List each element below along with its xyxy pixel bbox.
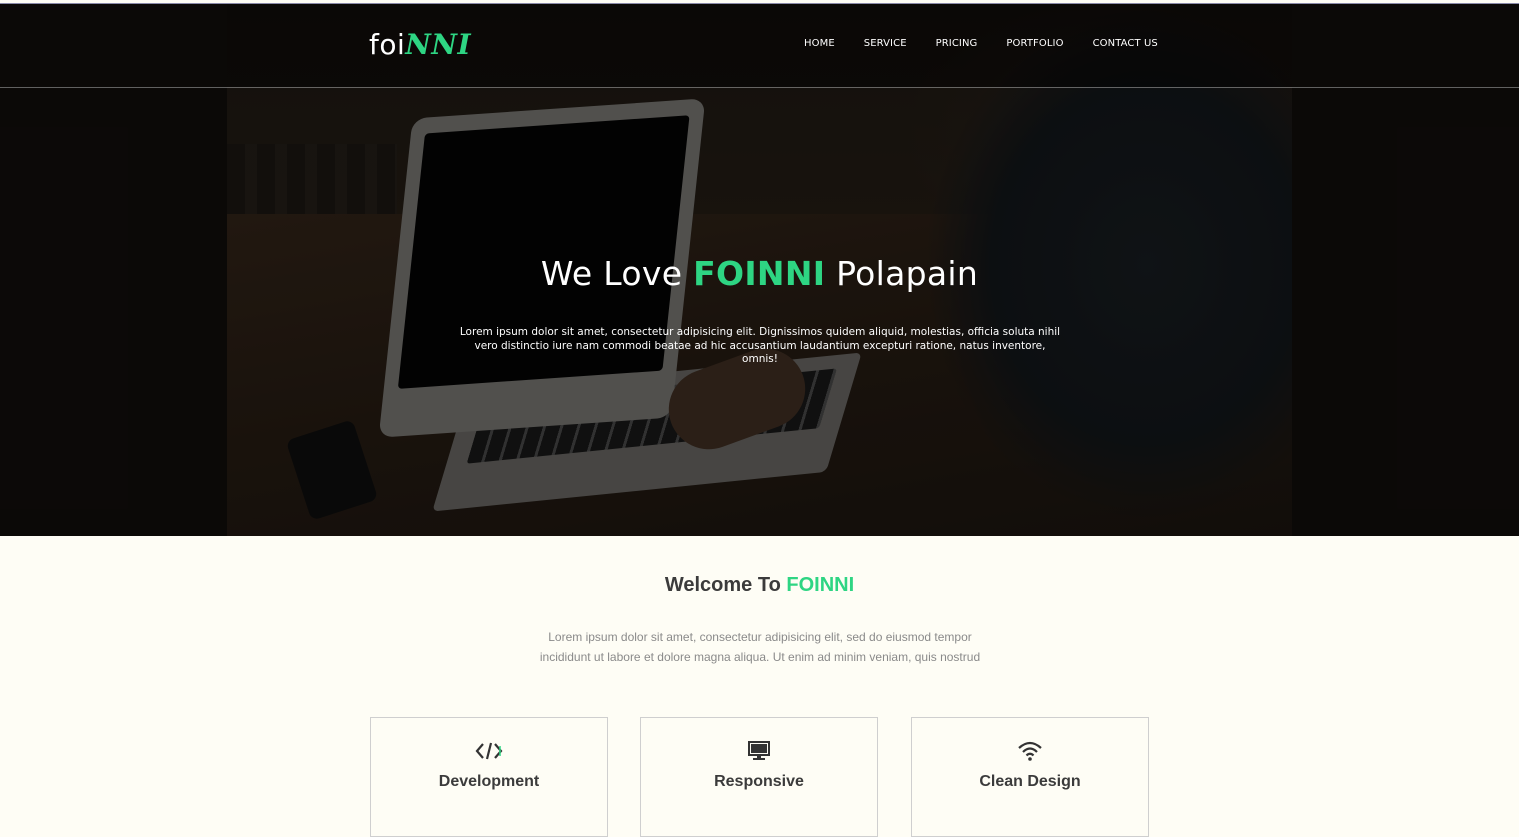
feature-card-clean-design[interactable]: Clean Design	[911, 717, 1149, 837]
code-icon	[371, 738, 607, 764]
feature-title: Clean Design	[979, 773, 1081, 790]
hero-title: We Love FOINNI Polapain	[0, 254, 1519, 293]
nav-menu: HOME SERVICE PRICING PORTFOLIO CONTACT U…	[804, 38, 1158, 52]
hero-section: foiNNI HOME SERVICE PRICING PORTFOLIO CO…	[0, 4, 1519, 536]
nav-item-contact-us[interactable]: CONTACT US	[1093, 38, 1158, 52]
wifi-icon	[912, 738, 1148, 764]
feature-cards: Development Responsive Clean Design	[370, 717, 1149, 837]
hero-title-accent: FOINNI	[693, 254, 826, 293]
hero-description: Lorem ipsum dolor sit amet, consectetur …	[459, 326, 1061, 365]
nav-item-service[interactable]: SERVICE	[864, 38, 907, 52]
welcome-title-before: Welcome To	[664, 574, 787, 596]
brand-logo[interactable]: foiNNI	[369, 28, 471, 61]
nav-item-pricing[interactable]: PRICING	[936, 38, 978, 52]
feature-title: Responsive	[714, 773, 804, 790]
welcome-title: Welcome To FOINNI	[0, 574, 1519, 597]
feature-title: Development	[438, 773, 540, 790]
logo-prefix: foi	[369, 28, 406, 61]
navbar-divider	[0, 87, 1519, 88]
hero-title-before: We Love	[540, 254, 694, 293]
welcome-description: Lorem ipsum dolor sit amet, consectetur …	[539, 630, 981, 664]
feature-card-development[interactable]: Development	[370, 717, 608, 837]
welcome-title-accent: FOINNI	[786, 574, 855, 596]
desktop-icon	[641, 738, 877, 764]
logo-accent: NNI	[405, 28, 472, 61]
hero-title-after: Polapain	[825, 254, 979, 293]
nav-item-portfolio[interactable]: PORTFOLIO	[1006, 38, 1063, 52]
nav-item-home[interactable]: HOME	[804, 38, 835, 52]
feature-card-responsive[interactable]: Responsive	[640, 717, 878, 837]
